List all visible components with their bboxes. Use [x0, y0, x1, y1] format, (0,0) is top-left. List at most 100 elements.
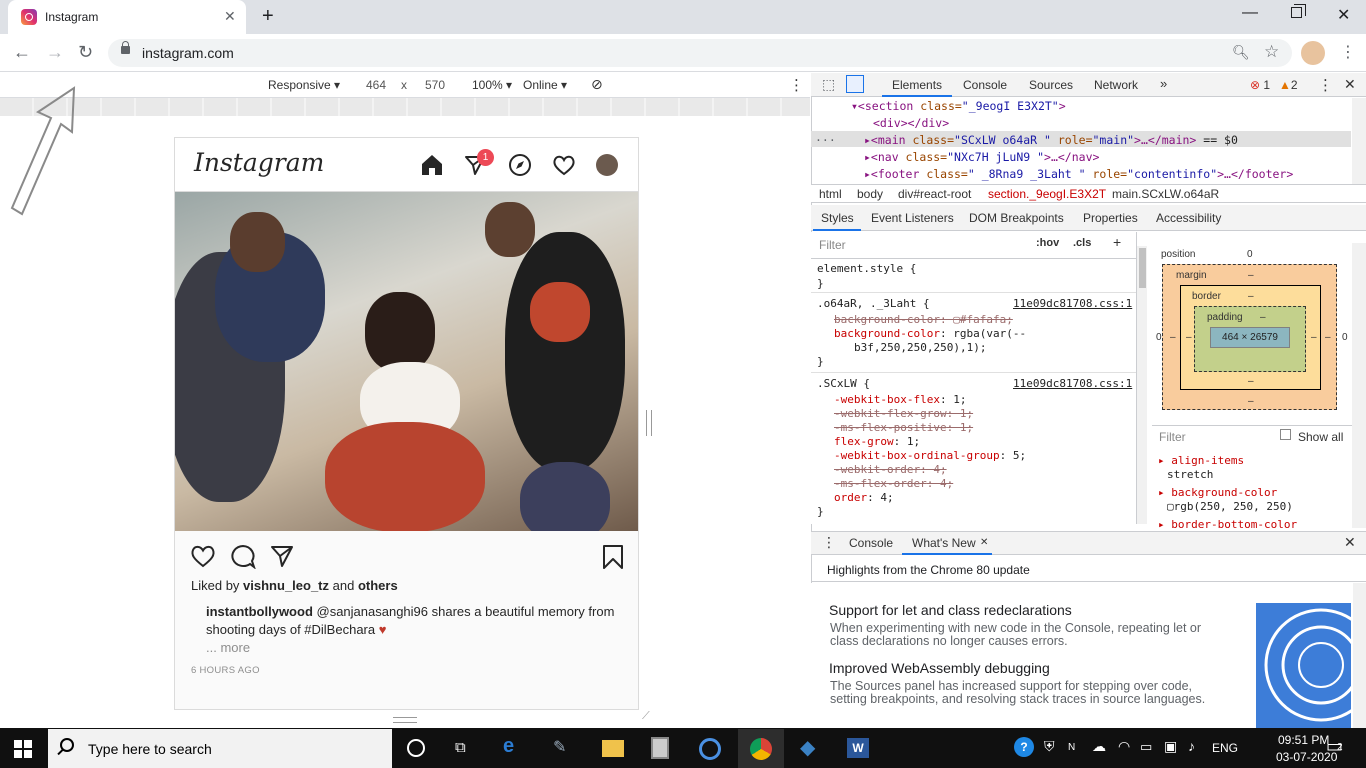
tab-sources[interactable]: Sources [1029, 78, 1073, 92]
dom-scrollbar[interactable] [1352, 98, 1366, 184]
share-icon[interactable] [270, 544, 294, 568]
warning-count-badge[interactable]: ▲2 [1279, 78, 1298, 92]
tab-elements[interactable]: Elements [892, 78, 942, 92]
whats-new-item2-title[interactable]: Improved WebAssembly debugging [829, 660, 1050, 676]
window-close-icon[interactable]: ✕ [1337, 5, 1350, 25]
breadcrumb-react-root[interactable]: div#react-root [898, 187, 971, 201]
instagram-logo[interactable]: Instagram [194, 148, 324, 177]
dom-ellipsis-icon[interactable]: ··· [815, 133, 836, 147]
bm-border-top[interactable]: – [1248, 291, 1254, 302]
word-icon[interactable]: W [847, 738, 869, 758]
devtools-settings-icon[interactable]: ⋮ [1318, 76, 1333, 94]
dom-node-main[interactable]: ▸<main class="SCxLW o64aR " role="main">… [864, 133, 1238, 147]
language-indicator[interactable]: ENG [1212, 741, 1238, 755]
more-link[interactable]: ... more [206, 640, 250, 655]
rule2-selector[interactable]: .SCxLW { [817, 377, 870, 390]
rule2-source-link[interactable]: 11e09dc81708.css:1 [1013, 377, 1132, 390]
post-photo[interactable] [175, 192, 638, 531]
caption-username[interactable]: instantbollywood [206, 604, 313, 619]
windows-start-icon[interactable] [14, 740, 32, 758]
cls-toggle[interactable]: .cls [1073, 237, 1091, 249]
throttling-select[interactable]: Online ▾ [523, 78, 567, 92]
battery-icon[interactable]: ▭ [1140, 739, 1152, 755]
drawer-menu-icon[interactable]: ⋮ [822, 534, 836, 551]
network-status-icon[interactable]: N [1068, 742, 1075, 753]
viewport-side-resize-handle[interactable] [646, 410, 652, 436]
box-model-content[interactable]: 464 × 26579 [1210, 327, 1290, 348]
computed-prop-border-bottom-color[interactable]: ▸ border-bottom-color [1158, 518, 1297, 531]
tab-styles[interactable]: Styles [821, 211, 854, 225]
device-select[interactable]: Responsive ▾ [268, 78, 340, 92]
viewport-bottom-resize-handle[interactable] [393, 717, 417, 723]
computed-scrollbar[interactable] [1352, 243, 1366, 528]
volume-icon[interactable]: ♪ [1188, 738, 1195, 754]
bm-margin-top[interactable]: – [1248, 270, 1254, 281]
forward-arrow-icon[interactable]: → [46, 42, 64, 63]
computed-filter-input[interactable]: Filter [1159, 430, 1186, 444]
bm-position-left[interactable]: 0 [1156, 332, 1162, 343]
show-all-checkbox[interactable] [1280, 429, 1291, 440]
rule2-declaration[interactable]: -webkit-box-flex: 1; [834, 393, 966, 406]
bm-margin-bottom[interactable]: – [1248, 396, 1254, 407]
activity-heart-icon[interactable] [552, 154, 576, 176]
hov-toggle[interactable]: :hov [1036, 237, 1059, 249]
bookmark-star-icon[interactable]: ☆ [1264, 42, 1279, 62]
chrome-icon[interactable] [750, 738, 772, 760]
breadcrumb-html[interactable]: html [819, 187, 842, 201]
more-tabs-icon[interactable]: » [1160, 76, 1167, 91]
tab-properties[interactable]: Properties [1083, 211, 1138, 225]
computed-prop-background-color[interactable]: ▸ background-color [1158, 486, 1277, 499]
comment-icon[interactable] [230, 544, 256, 569]
rule2-declaration[interactable]: -ms-flex-order: 4; [834, 477, 953, 490]
browser-tab[interactable]: Instagram ✕ [8, 0, 246, 34]
taskbar-search-placeholder[interactable]: Type here to search [88, 741, 212, 757]
rule2-declaration[interactable]: -ms-flex-positive: 1; [834, 421, 973, 434]
tab-network[interactable]: Network [1094, 78, 1138, 92]
restore-icon[interactable] [1291, 4, 1306, 18]
cortana-icon[interactable] [407, 739, 425, 757]
bm-margin-left[interactable]: – [1170, 332, 1176, 343]
like-heart-icon[interactable] [190, 544, 216, 568]
styles-scroll-thumb[interactable] [1139, 248, 1146, 288]
breadcrumb-body[interactable]: body [857, 187, 883, 201]
tab-accessibility[interactable]: Accessibility [1156, 211, 1221, 225]
dom-node-footer[interactable]: ▸<footer class=" _8Rna9 _3Laht " role="c… [864, 167, 1293, 181]
rule2-declaration[interactable]: -webkit-box-ordinal-group: 5; [834, 449, 1026, 462]
error-count-badge[interactable]: ⊗ 1 [1250, 78, 1270, 92]
bm-border-right[interactable]: – [1311, 332, 1317, 343]
rule1-source-link[interactable]: 11e09dc81708.css:1 [1013, 297, 1132, 310]
inspect-element-icon[interactable]: ⬚ [822, 76, 835, 93]
styles-filter-input[interactable]: Filter [819, 238, 846, 252]
reload-icon[interactable]: ↻ [78, 42, 93, 63]
drawer-tab-whats-new[interactable]: What's New [912, 536, 976, 550]
task-view-icon[interactable]: ⧉ [455, 739, 466, 756]
rule1-selector[interactable]: .o64aR, ._3Laht { [817, 297, 930, 310]
close-tab-icon[interactable]: ✕ [224, 8, 236, 25]
bm-margin-right[interactable]: – [1325, 332, 1331, 343]
breadcrumb-section[interactable]: section._9eogI.E3X2T [988, 187, 1106, 201]
tab-dom-breakpoints[interactable]: DOM Breakpoints [969, 211, 1064, 225]
rotate-icon[interactable]: ⊘ [591, 76, 603, 93]
new-rule-button[interactable]: + [1113, 234, 1121, 250]
explore-compass-icon[interactable] [508, 153, 532, 177]
tab-event-listeners[interactable]: Event Listeners [871, 211, 954, 225]
rule1-prop[interactable]: background-color: rgba(var(-- [834, 327, 1026, 340]
dom-node-section[interactable]: ▾<section class="_9eogI E3X2T"> [851, 99, 1066, 113]
save-bookmark-icon[interactable] [602, 544, 624, 570]
rule2-declaration[interactable]: flex-grow: 1; [834, 435, 920, 448]
clock-time[interactable]: 09:51 PM [1278, 733, 1329, 747]
bm-position-value[interactable]: 0 [1247, 249, 1253, 260]
dom-node-nav[interactable]: ▸<nav class="NXc7H jLuN9 ">…</nav> [864, 150, 1099, 164]
device-menu-icon[interactable]: ⋮ [789, 76, 804, 94]
rule2-declaration[interactable]: -webkit-order: 4; [834, 463, 947, 476]
element-style-rule[interactable]: element.style { [817, 262, 916, 275]
edge-icon[interactable]: e [503, 735, 514, 758]
lock-icon[interactable] [121, 41, 130, 54]
profile-avatar-icon[interactable] [596, 154, 618, 176]
profile-avatar[interactable] [1301, 41, 1325, 65]
paint-3d-icon[interactable]: ◆ [800, 735, 815, 760]
viewport-height-input[interactable]: 570 [425, 78, 445, 92]
back-arrow-icon[interactable]: ← [13, 42, 31, 63]
breadcrumb-main[interactable]: main.SCxLW.o64aR [1112, 187, 1219, 201]
whats-new-scrollbar[interactable] [1353, 583, 1366, 728]
